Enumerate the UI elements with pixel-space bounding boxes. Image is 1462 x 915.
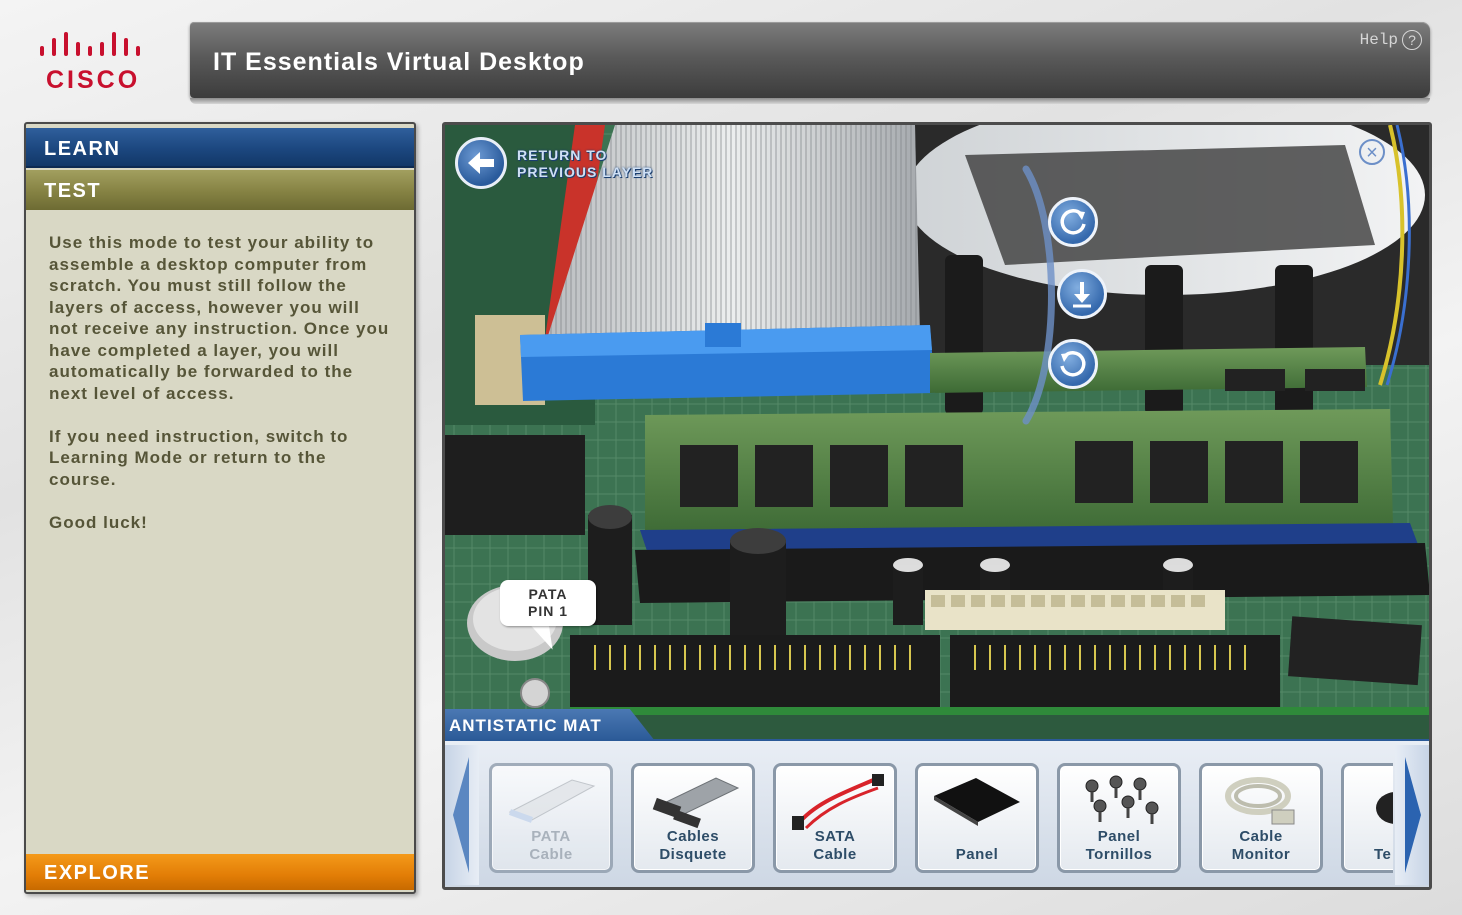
pata-cable-icon xyxy=(508,779,596,823)
tray-item-pata-cable[interactable]: PATA Cable xyxy=(489,763,613,873)
rotate-cw-button[interactable] xyxy=(1048,197,1098,247)
monitor-cable-icon xyxy=(1225,777,1295,825)
instructions-paragraph: If you need instruction, switch to Learn… xyxy=(49,426,349,489)
return-button[interactable] xyxy=(455,137,507,189)
panel-icon xyxy=(934,778,1020,826)
workspace-viewport: RETURN TO PREVIOUS LAYER × PATA PIN 1 AN… xyxy=(442,122,1432,890)
tab-learn[interactable]: LEARN xyxy=(26,128,414,168)
tray-items: PATA Cable Cables Disquete SATA Cable Pa… xyxy=(489,763,1393,877)
tray-item-monitor-cable[interactable]: Cable Monitor xyxy=(1199,763,1323,873)
brand-wordmark: CISCO xyxy=(46,66,141,94)
return-label-line: PREVIOUS LAYER xyxy=(517,164,654,180)
arrow-left-icon xyxy=(453,757,469,873)
tray-item-panel-screws[interactable]: Panel Tornillos xyxy=(1057,763,1181,873)
tab-test[interactable]: TEST xyxy=(26,170,414,210)
move-down-button[interactable] xyxy=(1057,269,1107,319)
arrow-right-icon xyxy=(1405,757,1421,873)
floppy-cable-icon xyxy=(652,777,740,829)
item-label-line: Monitor xyxy=(1231,846,1291,863)
keyboard-icon xyxy=(1376,792,1393,824)
tab-explore[interactable]: EXPLORE xyxy=(26,854,414,890)
item-label-line: Panel xyxy=(1097,828,1141,845)
component-tray: PATA Cable Cables Disquete SATA Cable Pa… xyxy=(445,739,1429,887)
item-label-line: Disquete xyxy=(659,846,727,863)
item-label-line: Cable xyxy=(529,846,573,863)
callout-line: PATA xyxy=(528,586,568,602)
screws-icon xyxy=(1085,775,1159,824)
return-label[interactable]: RETURN TO PREVIOUS LAYER xyxy=(517,147,653,181)
item-label-line: Cables xyxy=(666,828,720,845)
rotate-ccw-button[interactable] xyxy=(1048,339,1098,389)
motherboard-scene[interactable] xyxy=(445,125,1429,715)
close-icon[interactable]: × xyxy=(1359,139,1385,165)
item-label-line: Cable xyxy=(1239,828,1283,845)
item-label-line: Tornillos xyxy=(1085,846,1153,863)
download-icon xyxy=(1073,282,1091,308)
app-title: IT Essentials Virtual Desktop xyxy=(213,48,585,76)
instructions-paragraph: Use this mode to test your ability to as… xyxy=(49,233,390,403)
question-icon: ? xyxy=(1402,30,1422,50)
item-label-line: Panel xyxy=(955,846,999,863)
instructions-paragraph: Good luck! xyxy=(49,512,148,532)
pata-pin1-callout: PATA PIN 1 xyxy=(500,580,596,626)
tray-item-floppy-cables[interactable]: Cables Disquete xyxy=(631,763,755,873)
rotate-ccw-icon xyxy=(1060,351,1086,377)
item-label-line: SATA xyxy=(814,828,856,845)
tray-item-partial[interactable]: Te xyxy=(1341,763,1393,873)
tray-scroll-left-button[interactable] xyxy=(445,745,479,885)
item-label-line: Te xyxy=(1374,846,1392,863)
tray-item-sata-cable[interactable]: SATA Cable xyxy=(773,763,897,873)
arrow-left-icon xyxy=(468,152,494,174)
tray-scroll-right-button[interactable] xyxy=(1395,745,1429,885)
callout-line: PIN 1 xyxy=(527,603,568,619)
help-label: Help xyxy=(1359,31,1398,49)
cisco-logo: CISCO xyxy=(30,28,160,98)
rotate-cw-icon xyxy=(1060,209,1086,235)
sata-cable-icon xyxy=(792,774,884,830)
instructions-text: Use this mode to test your ability to as… xyxy=(49,232,394,555)
tray-item-panel[interactable]: Panel xyxy=(915,763,1039,873)
antistatic-mat-tab[interactable]: ANTISTATIC MAT xyxy=(445,709,655,741)
return-label-line: RETURN TO xyxy=(517,147,608,163)
mode-panel: LEARN TEST Use this mode to test your ab… xyxy=(24,122,416,894)
help-button[interactable]: Help ? xyxy=(1360,30,1422,50)
item-label-line: PATA xyxy=(531,828,571,845)
item-label-line: Cable xyxy=(813,846,857,863)
title-bar: IT Essentials Virtual Desktop Help ? xyxy=(190,22,1430,104)
